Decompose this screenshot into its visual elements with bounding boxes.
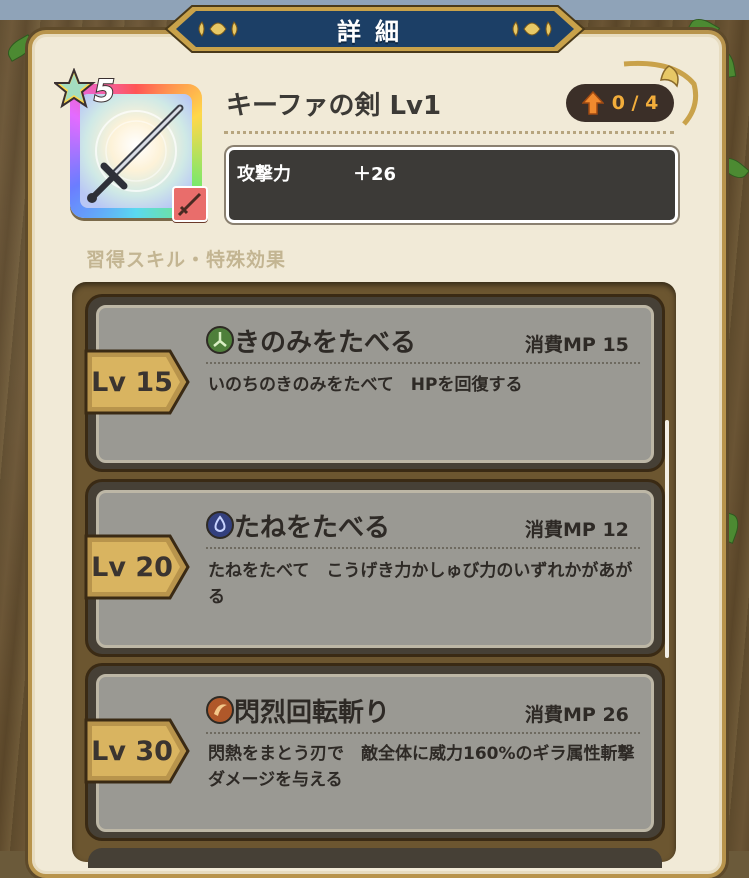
skill-divider [206, 732, 640, 734]
title-banner: 詳細 [162, 2, 588, 56]
skill-description: 閃熱をまとう刃で 敵全体に威力160%のギラ属性斬撃ダメージを与える [208, 744, 635, 790]
skill-mp-cost: 消費MP 15 [525, 334, 629, 356]
star-rarity-badge: 5 [54, 68, 116, 110]
skill-level: Lv 15 [91, 366, 173, 398]
divider [224, 131, 674, 134]
stat-box: 攻撃力 ＋26 [226, 147, 678, 223]
sword-type-icon [172, 186, 208, 222]
stat-value: ＋26 [353, 164, 397, 185]
skill-name: きのみをたべる [234, 328, 417, 358]
leaf-element-icon [206, 326, 234, 354]
skill-level-tag: Lv 30 [84, 718, 192, 784]
skill-description: いのちのきのみをたべて HPを回復する [208, 375, 523, 395]
skill-level-tag: Lv 20 [84, 534, 192, 600]
skill-mp-cost: 消費MP 26 [525, 704, 629, 726]
item-name: キーファの剣 Lv1 [226, 91, 442, 121]
slash-element-icon [206, 696, 234, 724]
skill-divider [206, 362, 640, 364]
rarity-stars: 5 [94, 74, 115, 109]
page-title: 詳細 [337, 17, 413, 46]
skill-card[interactable] [88, 848, 662, 868]
scrollbar[interactable] [665, 420, 669, 658]
skill-description: たねをたべて こうげき力かしゅび力のいずれかがあがる [208, 561, 633, 607]
skill-level: Lv 20 [91, 551, 173, 583]
skill-name: たねをたべる [234, 513, 391, 543]
skill-mp-cost: 消費MP 12 [525, 519, 629, 541]
skill-level: Lv 30 [91, 735, 173, 767]
stat-name: 攻撃力 [237, 164, 291, 185]
arrow-up-icon [581, 91, 604, 115]
upgrade-count: 0 / 4 [611, 92, 659, 114]
skill-divider [206, 547, 640, 549]
skill-level-tag: Lv 15 [84, 349, 192, 415]
upgrade-count-badge: 0 / 4 [566, 84, 674, 122]
skills-section-label: 習得スキル・特殊効果 [86, 249, 287, 271]
skill-name: 閃烈回転斬り [234, 698, 391, 728]
water-element-icon [206, 511, 234, 539]
